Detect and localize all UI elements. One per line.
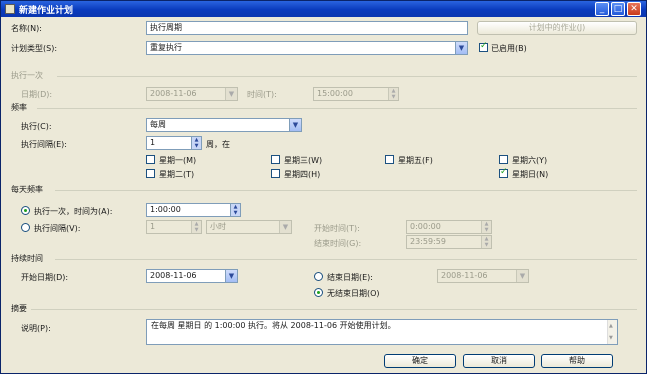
occurs-once-label: 执行一次，时间为(A): (34, 207, 113, 216)
saturday-checkbox[interactable] (499, 155, 508, 164)
occurs-every-unit-select[interactable]: 小时 ▼ (206, 220, 292, 234)
chevron-down-icon: ▼ (455, 42, 467, 54)
scroll-down-icon: ▼ (609, 335, 613, 341)
daily-start-label: 开始时间(T): (314, 224, 360, 233)
recurs-label: 执行间隔(E): (21, 140, 67, 149)
occurs-every-value: 1 (150, 222, 156, 231)
chevron-down-icon: ▼ (289, 119, 301, 131)
no-end-date-radio[interactable] (314, 288, 323, 297)
time-spinner-icon[interactable]: ▲ ▼ (481, 221, 491, 233)
daily-end-label: 结束时间(G): (314, 239, 362, 248)
name-label: 名称(N): (11, 24, 42, 33)
enabled-checkbox[interactable] (479, 41, 488, 52)
ok-button[interactable]: 确定 (384, 354, 456, 368)
sunday-checkbox[interactable] (499, 167, 508, 178)
sunday-label: 星期日(N) (512, 170, 549, 179)
daily-end-time-value: 23:59:59 (410, 237, 446, 246)
daily-start-time-value: 0:00:00 (410, 222, 441, 231)
end-date-value: 2008-11-06 (441, 271, 488, 280)
occurs-once-time-input[interactable]: 1:00:00 ▲ ▼ (146, 203, 241, 217)
interval-spinner-icon[interactable]: ▲ ▼ (191, 221, 201, 233)
one-time-time-value: 15:00:00 (317, 89, 353, 98)
frequency-section-title: 频率 (11, 103, 27, 112)
chevron-down-icon: ▼ (225, 270, 237, 282)
one-time-time-label: 时间(T): (247, 90, 277, 99)
enabled-label: 已启用(B) (491, 44, 527, 53)
divider (55, 259, 637, 260)
summary-section-title: 摘要 (11, 304, 27, 313)
description-textarea[interactable]: 在每周 星期日 的 1:00:00 执行。将从 2008-11-06 开始使用计… (146, 319, 618, 345)
occurs-every-input[interactable]: 1 ▲ ▼ (146, 220, 202, 234)
one-time-date-label: 日期(D): (21, 90, 53, 99)
thursday-label: 星期四(H) (284, 170, 321, 179)
scheduled-jobs-button[interactable]: 计划中的作业(J) (477, 21, 637, 35)
occurs-select[interactable]: 每周 ▼ (146, 118, 302, 132)
monday-checkbox[interactable] (146, 155, 155, 164)
recurs-every-value: 1 (150, 138, 156, 147)
start-date-value: 2008-11-06 (150, 271, 197, 280)
maximize-button[interactable]: □ (611, 2, 625, 16)
friday-label: 星期五(F) (398, 156, 433, 165)
one-time-time-input[interactable]: 15:00:00 ▲ ▼ (313, 87, 399, 101)
occurs-every-unit-value: 小时 (210, 222, 226, 231)
no-end-date-label: 无结束日期(O) (327, 289, 380, 298)
one-time-date-value: 2008-11-06 (150, 89, 197, 98)
schedule-type-label: 计划类型(S): (11, 44, 58, 53)
one-time-date-select[interactable]: 2008-11-06 ▼ (146, 87, 238, 101)
close-button[interactable]: ✕ (627, 2, 641, 16)
tuesday-checkbox[interactable] (146, 169, 155, 178)
occurs-label: 执行(C): (21, 122, 52, 131)
wednesday-label: 星期三(W) (284, 156, 323, 165)
duration-section-title: 持续时间 (11, 254, 43, 263)
start-date-select[interactable]: 2008-11-06 ▼ (146, 269, 238, 283)
description-text: 在每周 星期日 的 1:00:00 执行。将从 2008-11-06 开始使用计… (151, 321, 396, 330)
divider (55, 190, 637, 191)
name-input[interactable]: 执行周期 (146, 21, 468, 35)
friday-checkbox[interactable] (385, 155, 394, 164)
window-title: 新建作业计划 (19, 5, 74, 15)
cancel-button[interactable]: 取消 (463, 354, 535, 368)
schedule-type-value: 重复执行 (150, 43, 182, 52)
help-button[interactable]: 帮助 (541, 354, 613, 368)
scroll-up-icon: ▲ (609, 323, 613, 329)
thursday-checkbox[interactable] (271, 169, 280, 178)
app-icon (5, 4, 15, 14)
divider (31, 309, 637, 310)
wednesday-checkbox[interactable] (271, 155, 280, 164)
daily-start-time-input[interactable]: 0:00:00 ▲ ▼ (406, 220, 492, 234)
occurs-value: 每周 (150, 120, 166, 129)
chevron-down-icon: ▼ (279, 221, 291, 233)
schedule-dialog: 新建作业计划 _ □ ✕ 名称(N): 执行周期 计划中的作业(J) 计划类型(… (0, 0, 647, 374)
recurs-every-input[interactable]: 1 ▲ ▼ (146, 136, 202, 150)
end-date-radio[interactable] (314, 272, 323, 281)
chevron-down-icon: ▼ (225, 88, 237, 100)
title-bar[interactable]: 新建作业计划 _ □ ✕ (1, 1, 646, 17)
occurs-every-label: 执行间隔(V): (34, 224, 81, 233)
minimize-button[interactable]: _ (595, 2, 609, 16)
daily-end-time-input[interactable]: 23:59:59 ▲ ▼ (406, 235, 492, 249)
time-spinner-icon[interactable]: ▲ ▼ (388, 88, 398, 100)
end-date-select[interactable]: 2008-11-06 ▼ (437, 269, 529, 283)
end-date-label: 结束日期(E): (327, 273, 373, 282)
description-label: 说明(P): (21, 324, 51, 333)
occurs-once-time-value: 1:00:00 (150, 205, 181, 214)
divider (37, 108, 637, 109)
tuesday-label: 星期二(T) (159, 170, 195, 179)
chevron-down-icon: ▼ (516, 270, 528, 282)
description-scrollbar[interactable]: ▲ ▼ (607, 320, 617, 344)
time-spinner-icon[interactable]: ▲ ▼ (230, 204, 240, 216)
recurs-unit-label: 周，在 (206, 140, 230, 149)
schedule-type-select[interactable]: 重复执行 ▼ (146, 41, 468, 55)
one-time-section-title: 执行一次 (11, 71, 43, 80)
daily-frequency-section-title: 每天频率 (11, 185, 43, 194)
occurs-once-radio[interactable] (21, 206, 30, 215)
saturday-label: 星期六(Y) (512, 156, 548, 165)
recurs-spinner-icon[interactable]: ▲ ▼ (191, 137, 201, 149)
divider (57, 76, 637, 77)
start-date-label: 开始日期(D): (21, 273, 69, 282)
time-spinner-icon[interactable]: ▲ ▼ (481, 236, 491, 248)
monday-label: 星期一(M) (159, 156, 197, 165)
occurs-every-radio[interactable] (21, 223, 30, 232)
